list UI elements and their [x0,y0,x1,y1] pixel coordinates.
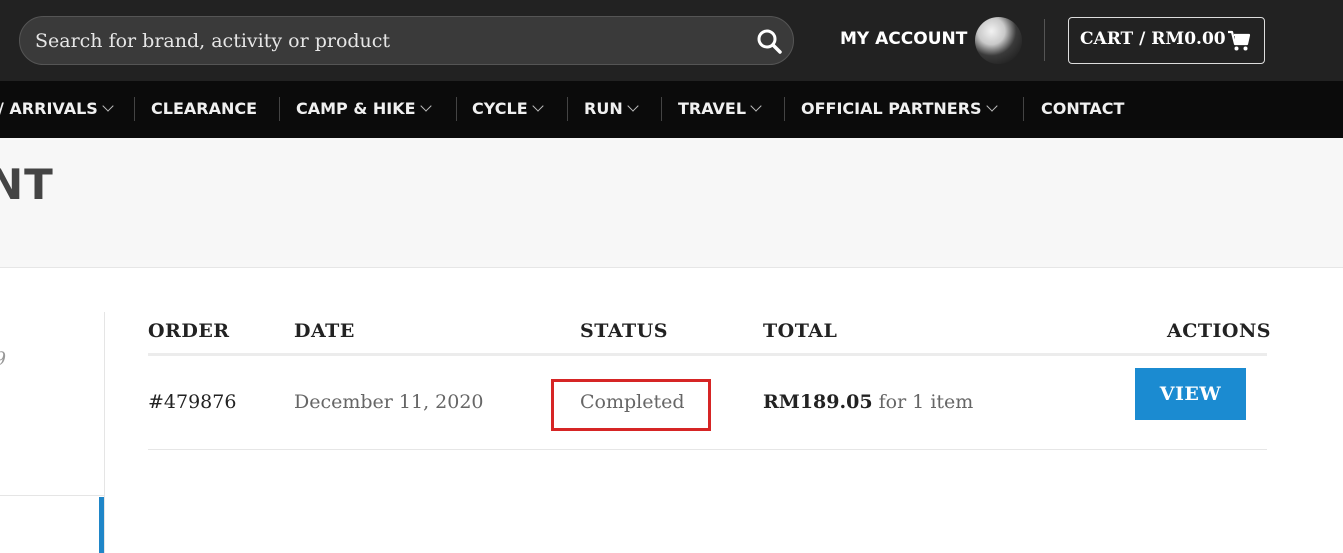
nav-item-contact[interactable]: CONTACT [1041,99,1124,118]
account-sidebar-text: 9 [0,348,6,370]
header-divider [1044,19,1045,61]
nav-item-clearance[interactable]: CLEARANCE [151,99,257,118]
table-header-divider [148,353,1267,356]
nav-separator [1023,97,1024,121]
nav-separator [661,97,662,121]
nav-item-cycle[interactable]: CYCLE [472,99,544,118]
column-header-status: STATUS [580,320,668,342]
order-total-amount: RM189.05 [763,391,873,413]
nav-label: CYCLE [472,99,528,118]
sidebar-divider [104,312,105,553]
my-account-link[interactable]: MY ACCOUNT [840,29,967,49]
nav-label: CONTACT [1041,99,1125,118]
cart-label: CART / RM0.00 [1080,29,1226,49]
nav-item-travel[interactable]: TRAVEL [678,99,762,118]
order-number-link[interactable]: #479876 [148,391,236,413]
search-icon[interactable] [755,27,783,55]
top-header: Search for brand, activity or product MY… [0,0,1343,81]
nav-label: / ARRIVALS [0,99,98,118]
avatar[interactable] [975,17,1022,64]
view-order-button[interactable]: VIEW [1135,368,1246,420]
order-total: RM189.05 for 1 item [763,391,973,413]
order-total-items: for 1 item [878,391,974,413]
chevron-down-icon [102,100,114,112]
nav-separator [134,97,135,121]
table-row-divider [148,449,1267,450]
nav-item-run[interactable]: RUN [584,99,639,118]
search-input[interactable]: Search for brand, activity or product [19,16,794,65]
order-date: December 11, 2020 [294,391,484,413]
cart-button[interactable]: CART / RM0.00 [1068,17,1265,64]
nav-label: CLEARANCE [151,99,258,118]
chevron-down-icon [531,100,544,112]
nav-separator [279,97,280,121]
chevron-down-icon [627,100,639,112]
nav-label: RUN [584,99,623,118]
nav-label: CAMP & HIKE [296,99,416,118]
nav-item-camp-hike[interactable]: CAMP & HIKE [296,99,432,118]
cart-icon [1228,30,1251,51]
column-header-order: ORDER [148,320,230,342]
search-placeholder: Search for brand, activity or product [35,30,391,52]
page-title-band: NT [0,138,1343,268]
nav-item-new-arrivals[interactable]: / ARRIVALS [0,99,114,118]
nav-item-official-partners[interactable]: OFFICIAL PARTNERS [801,99,998,118]
nav-separator [456,97,457,121]
column-header-actions: ACTIONS [1167,320,1272,342]
page-title: NT [0,160,54,209]
chevron-down-icon [985,100,998,112]
chevron-down-icon [750,100,762,112]
nav-separator [567,97,568,121]
column-header-date: DATE [294,320,355,342]
sidebar-active-indicator [99,497,104,553]
chevron-down-icon [419,100,432,112]
nav-label: OFFICIAL PARTNERS [801,99,982,118]
column-header-total: TOTAL [763,320,838,342]
nav-label: TRAVEL [678,99,747,118]
order-status: Completed [580,391,685,413]
sidebar-item-divider [0,495,104,496]
nav-separator [784,97,785,121]
